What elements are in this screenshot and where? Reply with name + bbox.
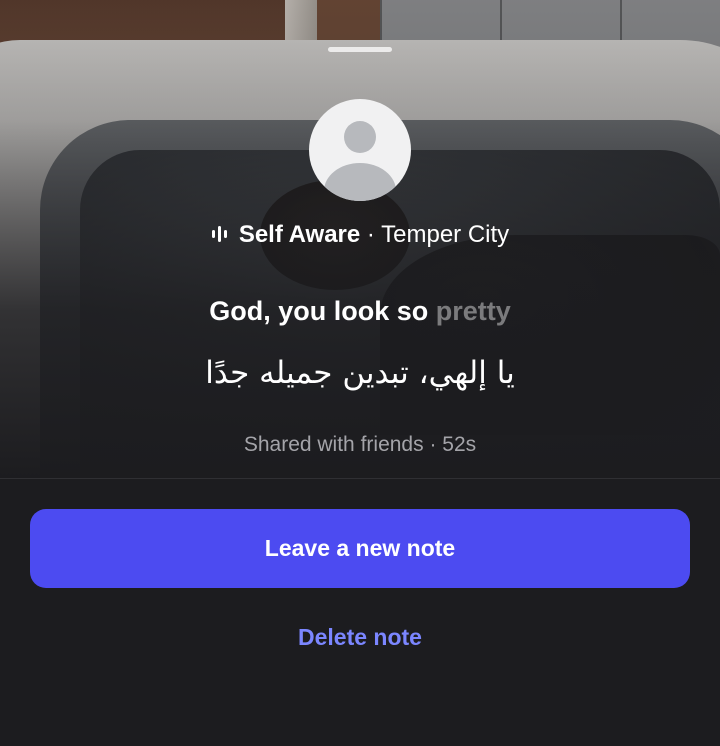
- note-text: يا إلهي، تبدين جميله جدًا: [205, 355, 515, 391]
- drag-handle[interactable]: [328, 47, 392, 52]
- avatar-shoulders: [324, 163, 396, 201]
- lyric-unsung: pretty: [435, 296, 511, 326]
- avatar[interactable]: [309, 99, 411, 201]
- leave-new-note-button[interactable]: Leave a new note: [30, 509, 690, 588]
- song-separator: ·: [360, 221, 382, 248]
- delete-note-button[interactable]: Delete note: [210, 614, 510, 660]
- avatar-head: [344, 121, 376, 153]
- song-title: Self Aware: [238, 221, 361, 248]
- divider: [0, 478, 720, 479]
- audio-bars-icon: [211, 225, 229, 243]
- song-info[interactable]: Self Aware · Temper City: [0, 219, 720, 251]
- note-sheet: Self Aware · Temper City God, you look s…: [0, 0, 720, 746]
- lyric-sung: God, you look so: [209, 296, 436, 326]
- share-meta: Shared with friends · 52s: [243, 433, 477, 456]
- lyric-line: God, you look so pretty: [0, 293, 720, 329]
- song-artist: Temper City: [381, 221, 510, 248]
